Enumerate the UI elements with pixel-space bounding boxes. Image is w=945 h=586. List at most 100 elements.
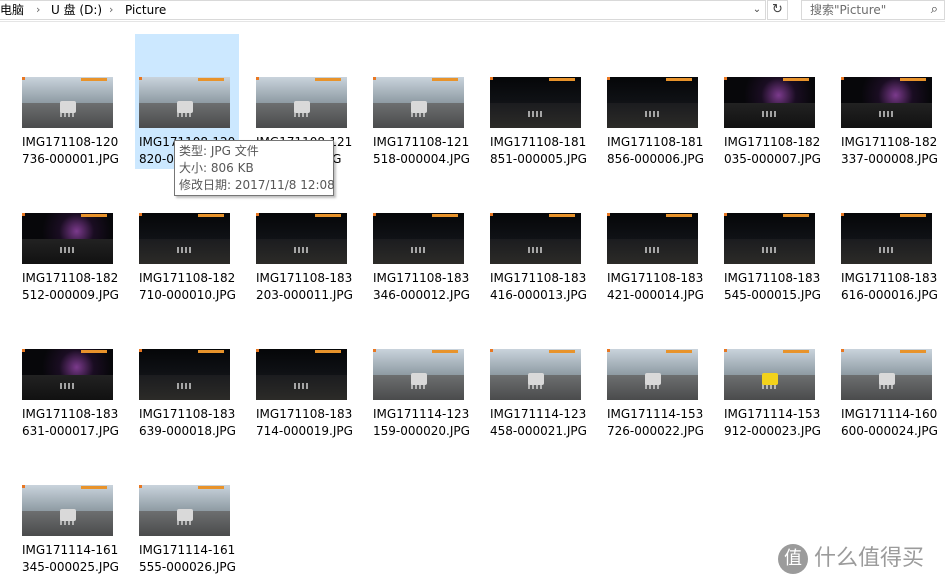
file-item[interactable]: IMG171108-183 203-000011.JPG — [256, 213, 360, 313]
file-item[interactable]: IMG171108-183 616-000016.JPG — [841, 213, 945, 313]
file-name-label[interactable]: IMG171108-182 710-000010.JPG — [139, 270, 259, 304]
search-icon[interactable]: ⌕ — [931, 3, 938, 17]
file-name-label[interactable]: IMG171108-183 545-000015.JPG — [724, 270, 844, 304]
image-thumbnail[interactable] — [256, 213, 347, 264]
file-name-label[interactable]: IMG171114-161 555-000026.JPG — [139, 542, 259, 576]
file-name-label[interactable]: IMG171108-183 416-000013.JPG — [490, 270, 610, 304]
file-item[interactable]: IMG171108-183 714-000019.JPG — [256, 349, 360, 449]
file-item[interactable]: IMG171108-181 856-000006.JPG — [607, 77, 711, 177]
file-name-line-1: IMG171108-182 — [22, 271, 119, 285]
file-item[interactable]: IMG171114-160 600-000024.JPG — [841, 349, 945, 449]
breadcrumb-separator-icon[interactable]: › — [109, 3, 113, 17]
file-item[interactable]: IMG171108-182 710-000010.JPG — [139, 213, 243, 313]
file-name-label[interactable]: IMG171108-181 851-000005.JPG — [490, 134, 610, 168]
file-item[interactable]: IMG171114-161 555-000026.JPG — [139, 485, 243, 585]
tooltip-date: 修改日期: 2017/11/8 12:08 — [179, 178, 335, 192]
image-thumbnail[interactable] — [607, 77, 698, 128]
image-thumbnail[interactable] — [607, 349, 698, 400]
image-thumbnail[interactable] — [256, 77, 347, 128]
file-name-line-2: 714-000019.JPG — [256, 424, 353, 438]
file-name-line-1: IMG171108-183 — [139, 407, 236, 421]
file-name-label[interactable]: IMG171108-181 856-000006.JPG — [607, 134, 727, 168]
file-name-line-1: IMG171108-182 — [841, 135, 938, 149]
file-item[interactable]: IMG171108-183 416-000013.JPG — [490, 213, 594, 313]
file-name-label[interactable]: IMG171108-183 639-000018.JPG — [139, 406, 259, 440]
file-name-line-2: 416-000013.JPG — [490, 288, 587, 302]
file-item[interactable]: IMG171108-181 851-000005.JPG — [490, 77, 594, 177]
file-item[interactable]: IMG171114-161 345-000025.JPG — [22, 485, 126, 585]
file-name-label[interactable]: IMG171114-123 159-000020.JPG — [373, 406, 493, 440]
file-item[interactable]: IMG171108-121 518-000004.JPG — [373, 77, 477, 177]
image-thumbnail[interactable] — [22, 213, 113, 264]
breadcrumb-separator-icon[interactable]: › — [36, 3, 40, 17]
file-name-label[interactable]: IMG171108-183 714-000019.JPG — [256, 406, 376, 440]
image-thumbnail[interactable] — [607, 213, 698, 264]
file-item[interactable]: IMG171114-153 726-000022.JPG — [607, 349, 711, 449]
image-thumbnail[interactable] — [139, 485, 230, 536]
file-name-label[interactable]: IMG171114-153 912-000023.JPG — [724, 406, 844, 440]
image-thumbnail[interactable] — [373, 213, 464, 264]
file-item[interactable]: IMG171108-183 346-000012.JPG — [373, 213, 477, 313]
image-thumbnail[interactable] — [724, 349, 815, 400]
file-name-label[interactable]: IMG171108-183 631-000017.JPG — [22, 406, 142, 440]
file-item[interactable]: IMG171114-123 458-000021.JPG — [490, 349, 594, 449]
image-thumbnail[interactable] — [22, 77, 113, 128]
file-item[interactable]: IMG171108-183 631-000017.JPG — [22, 349, 126, 449]
image-thumbnail[interactable] — [841, 213, 932, 264]
address-history-dropdown-icon[interactable]: ⌄ — [750, 3, 764, 17]
image-thumbnail[interactable] — [724, 77, 815, 128]
file-name-label[interactable]: IMG171114-153 726-000022.JPG — [607, 406, 727, 440]
file-item[interactable]: IMG171108-182 512-000009.JPG — [22, 213, 126, 313]
file-name-label[interactable]: IMG171108-183 346-000012.JPG — [373, 270, 493, 304]
file-name-line-2: 421-000014.JPG — [607, 288, 704, 302]
file-item[interactable]: IMG171108-183 421-000014.JPG — [607, 213, 711, 313]
address-bar[interactable]: 电脑 › U 盘 (D:) › Picture ⌄ — [0, 0, 766, 20]
file-name-line-1: IMG171108-183 — [841, 271, 938, 285]
image-thumbnail[interactable] — [22, 485, 113, 536]
breadcrumb-computer[interactable]: 电脑 — [0, 3, 24, 17]
file-name-line-2: 518-000004.JPG — [373, 152, 470, 166]
file-name-label[interactable]: IMG171114-160 600-000024.JPG — [841, 406, 945, 440]
file-item[interactable]: IMG171108-120 736-000001.JPG — [22, 77, 126, 177]
file-name-label[interactable]: IMG171108-182 337-000008.JPG — [841, 134, 945, 168]
image-thumbnail[interactable] — [373, 77, 464, 128]
search-input[interactable]: 搜索"Picture" ⌕ — [801, 0, 945, 20]
file-name-label[interactable]: IMG171108-121 518-000004.JPG — [373, 134, 493, 168]
file-name-label[interactable]: IMG171114-123 458-000021.JPG — [490, 406, 610, 440]
image-thumbnail[interactable] — [139, 349, 230, 400]
watermark: 值 什么值得买 — [770, 540, 940, 580]
image-thumbnail[interactable] — [490, 213, 581, 264]
file-item[interactable]: IMG171108-182 337-000008.JPG — [841, 77, 945, 177]
file-name-line-1: IMG171108-183 — [724, 271, 821, 285]
file-name-label[interactable]: IMG171108-183 421-000014.JPG — [607, 270, 727, 304]
image-thumbnail[interactable] — [256, 349, 347, 400]
image-thumbnail[interactable] — [841, 77, 932, 128]
file-name-label[interactable]: IMG171108-183 616-000016.JPG — [841, 270, 945, 304]
file-item[interactable]: IMG171114-123 159-000020.JPG — [373, 349, 477, 449]
image-thumbnail[interactable] — [139, 213, 230, 264]
refresh-icon[interactable]: ↻ — [767, 0, 788, 20]
image-thumbnail[interactable] — [490, 349, 581, 400]
file-name-line-1: IMG171108-182 — [724, 135, 821, 149]
explorer-toolbar: 电脑 › U 盘 (D:) › Picture ⌄ ↻ 搜索"Picture" … — [0, 0, 945, 22]
file-name-line-1: IMG171114-161 — [139, 543, 236, 557]
file-name-label[interactable]: IMG171108-182 512-000009.JPG — [22, 270, 142, 304]
file-item[interactable]: IMG171108-182 035-000007.JPG — [724, 77, 828, 177]
file-item[interactable]: IMG171114-153 912-000023.JPG — [724, 349, 828, 449]
breadcrumb-drive[interactable]: U 盘 (D:) — [51, 3, 102, 17]
file-item[interactable]: IMG171108-183 639-000018.JPG — [139, 349, 243, 449]
image-thumbnail[interactable] — [139, 77, 230, 128]
file-name-label[interactable]: IMG171114-161 345-000025.JPG — [22, 542, 142, 576]
file-name-label[interactable]: IMG171108-183 203-000011.JPG — [256, 270, 376, 304]
image-thumbnail[interactable] — [841, 349, 932, 400]
image-thumbnail[interactable] — [724, 213, 815, 264]
file-name-line-1: IMG171108-121 — [373, 135, 470, 149]
image-thumbnail[interactable] — [490, 77, 581, 128]
file-name-label[interactable]: IMG171108-182 035-000007.JPG — [724, 134, 844, 168]
file-item[interactable]: IMG171108-183 545-000015.JPG — [724, 213, 828, 313]
image-thumbnail[interactable] — [373, 349, 464, 400]
breadcrumb-picture[interactable]: Picture — [125, 3, 166, 17]
image-thumbnail[interactable] — [22, 349, 113, 400]
file-name-line-2: 912-000023.JPG — [724, 424, 821, 438]
file-name-label[interactable]: IMG171108-120 736-000001.JPG — [22, 134, 142, 168]
